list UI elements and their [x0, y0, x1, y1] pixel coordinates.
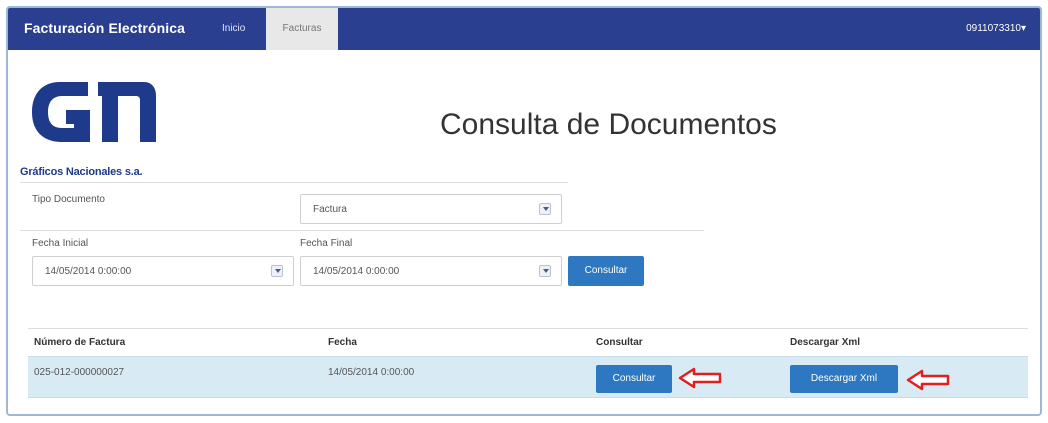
form-divider [20, 182, 568, 183]
tipo-documento-select[interactable]: Factura [300, 194, 562, 224]
tipo-documento-label: Tipo Documento [32, 194, 105, 205]
company-logo [32, 82, 156, 142]
nav-item-inicio[interactable]: Inicio [214, 8, 253, 50]
tipo-documento-value: Factura [313, 204, 347, 215]
header-descargar-xml: Descargar Xml [790, 337, 861, 348]
consultar-button[interactable]: Consultar [568, 256, 644, 286]
table-row: 025-012-000000027 14/05/2014 0:00:00 Con… [28, 356, 1028, 398]
annotation-arrow-icon [678, 367, 722, 389]
fecha-final-select[interactable]: 14/05/2014 0:00:00 [300, 256, 562, 286]
page-title: Consulta de Documentos [440, 108, 777, 141]
header-fecha: Fecha [328, 337, 357, 348]
chevron-down-icon[interactable] [539, 265, 551, 277]
row-descargar-xml-button[interactable]: Descargar Xml [790, 365, 898, 393]
annotation-arrow-icon [906, 369, 950, 391]
chevron-down-icon[interactable] [271, 265, 283, 277]
table-header: Número de Factura Fecha Consultar Descar… [28, 328, 1028, 356]
fecha-final-label: Fecha Final [300, 238, 353, 249]
brand-title[interactable]: Facturación Electrónica [24, 20, 185, 36]
app-window: Facturación Electrónica Inicio Facturas … [6, 6, 1042, 416]
header-consultar: Consultar [596, 337, 643, 348]
cell-numero-factura: 025-012-000000027 [34, 367, 125, 378]
fecha-inicial-select[interactable]: 14/05/2014 0:00:00 [32, 256, 294, 286]
cell-fecha: 14/05/2014 0:00:00 [328, 367, 415, 378]
fecha-final-value: 14/05/2014 0:00:00 [313, 266, 400, 277]
user-menu[interactable]: 0911073310▾ [966, 8, 1026, 50]
fecha-inicial-label: Fecha Inicial [32, 238, 89, 249]
nav-item-facturas[interactable]: Facturas [266, 8, 338, 50]
row-consultar-button[interactable]: Consultar [596, 365, 672, 393]
logo-caption: Gráficos Nacionales s.a. [20, 166, 143, 178]
top-navbar: Facturación Electrónica Inicio Facturas … [8, 8, 1040, 50]
fecha-inicial-value: 14/05/2014 0:00:00 [45, 266, 132, 277]
form-divider [20, 230, 704, 231]
header-numero-factura: Número de Factura [34, 337, 126, 348]
chevron-down-icon[interactable] [539, 203, 551, 215]
